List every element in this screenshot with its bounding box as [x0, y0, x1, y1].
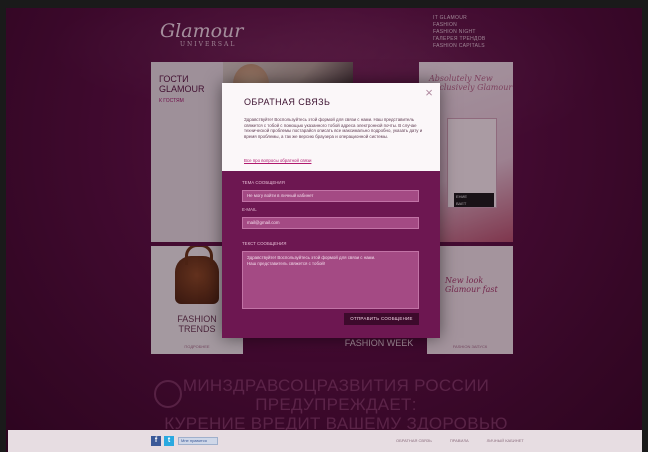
email-label: E-MAIL [242, 207, 257, 212]
footer-link-rules[interactable]: ПРАВИЛА [450, 438, 469, 443]
modal-description: Здравствуйте! Воспользуйтесь этой формой… [244, 117, 423, 139]
close-icon[interactable]: × [423, 86, 435, 99]
subject-input[interactable]: Не могу войти в личный кабинет [242, 190, 419, 202]
twitter-icon[interactable]: t [164, 436, 174, 446]
like-button[interactable]: Мне нравится [178, 437, 218, 445]
modal-header-area: ОБРАТНАЯ СВЯЗЬ × Здравствуйте! Воспользу… [222, 83, 440, 171]
message-label: ТЕКСТ СООБЩЕНИЯ [242, 241, 287, 246]
feedback-modal: ОБРАТНАЯ СВЯЗЬ × Здравствуйте! Воспользу… [222, 83, 440, 338]
footer-link-feedback[interactable]: ОБРАТНАЯ СВЯЗЬ [396, 438, 432, 443]
message-textarea[interactable]: Здравствуйте! Воспользуйтесь этой формой… [242, 251, 419, 309]
subject-label: ТЕМА СООБЩЕНИЯ [242, 180, 285, 185]
modal-title: ОБРАТНАЯ СВЯЗЬ [244, 97, 331, 107]
footer-link-account[interactable]: ЛИЧНЫЙ КАБИНЕТ [487, 438, 524, 443]
email-input[interactable]: mail@gmail.com [242, 217, 419, 229]
feedback-form: ТЕМА СООБЩЕНИЯ Не могу войти в личный ка… [222, 171, 440, 338]
send-message-button[interactable]: ОТПРАВИТЬ СООБЩЕНИЕ [344, 313, 419, 325]
facebook-icon[interactable]: f [151, 436, 161, 446]
site-footer: f t Мне нравится ОБРАТНАЯ СВЯЗЬ ПРАВИЛА … [8, 430, 642, 452]
feedback-faq-link[interactable]: Все про вопросы обратной связи [244, 158, 311, 163]
footer-links: ОБРАТНАЯ СВЯЗЬ ПРАВИЛА ЛИЧНЫЙ КАБИНЕТ [396, 438, 524, 443]
